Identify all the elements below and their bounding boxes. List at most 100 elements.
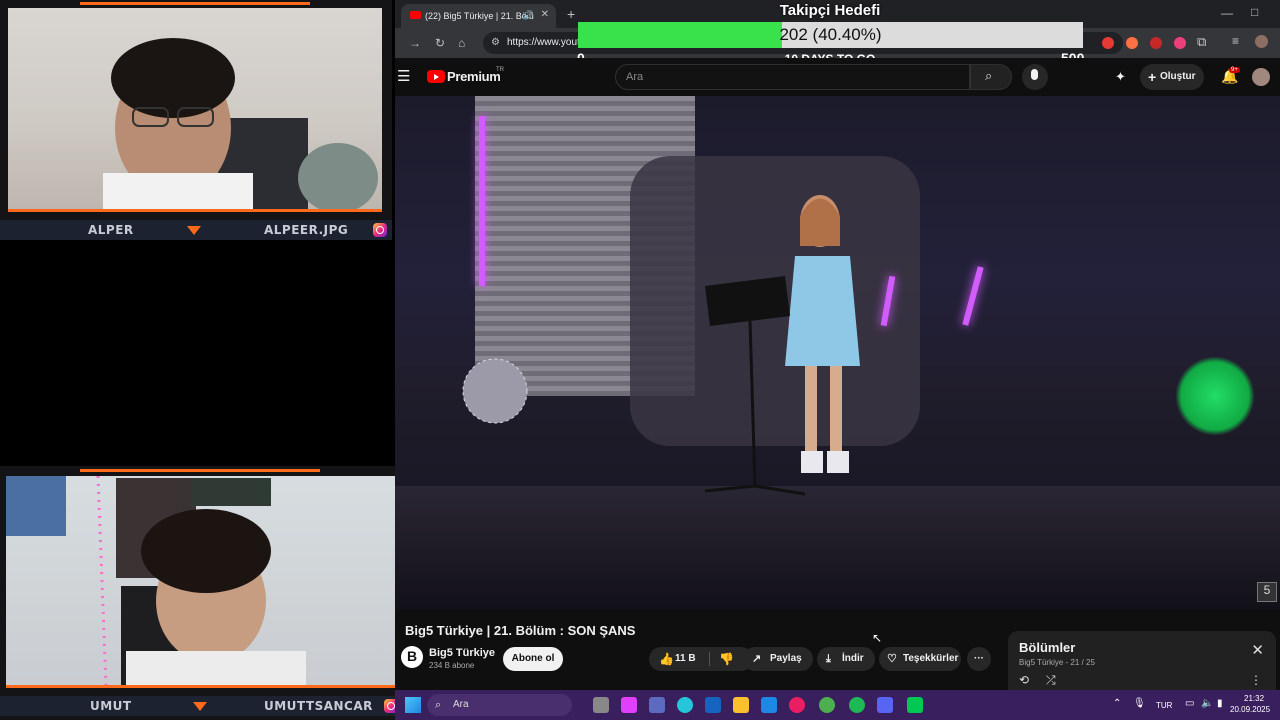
webcam-top: ALPER ALPEER.JPG: [0, 0, 392, 240]
close-icon[interactable]: ✕: [1251, 641, 1264, 659]
ublock-icon[interactable]: [1150, 37, 1162, 49]
disco-ball: [462, 358, 528, 424]
thanks-icon: ♡: [887, 653, 897, 665]
accent-bar: [80, 469, 320, 472]
webcam-bottom-nameplate: UMUT UMUTTSANCAR: [0, 696, 402, 716]
app-icon[interactable]: [761, 697, 777, 713]
task-view-icon[interactable]: [593, 697, 609, 713]
like-icon[interactable]: 👍: [659, 647, 674, 671]
streamer-name: ALPER: [88, 223, 134, 237]
more-vert-icon[interactable]: ⋮: [1250, 673, 1262, 687]
profile-avatar[interactable]: [1255, 35, 1268, 48]
streamer-handle: ALPEER.JPG: [264, 223, 349, 237]
webcam-bottom-video: [6, 475, 396, 691]
menu-list-icon[interactable]: ≡: [1232, 34, 1239, 48]
new-tab-button[interactable]: +: [567, 6, 575, 22]
speaker-icon[interactable]: 🔊: [523, 10, 534, 21]
create-button[interactable]: + Oluştur: [1140, 64, 1204, 90]
accent-bar: [6, 685, 396, 688]
download-button[interactable]: ⤓ İndir: [817, 647, 875, 671]
extension-icon[interactable]: [1102, 37, 1114, 49]
minimize-icon[interactable]: —: [1221, 6, 1233, 20]
windows-start-icon[interactable]: [405, 697, 421, 713]
like-count[interactable]: 11 B: [675, 647, 696, 671]
edge-icon[interactable]: [677, 697, 693, 713]
forward-icon[interactable]: →: [409, 36, 421, 50]
copilot-icon[interactable]: [621, 697, 637, 713]
triangle-icon: [187, 226, 201, 235]
browser-tab[interactable]: (22) Big5 Türkiye | 21. Bölü 🔊 ✕: [401, 4, 556, 28]
gaming-icon[interactable]: ✦: [1115, 69, 1126, 85]
video-title: Big5 Türkiye | 21. Bölüm : SON ŞANS: [405, 623, 636, 638]
accent-bar: [8, 209, 382, 212]
file-explorer-icon[interactable]: [733, 697, 749, 713]
video-player[interactable]: 5: [395, 96, 1280, 610]
dislike-icon[interactable]: 👎: [719, 647, 734, 671]
youtube-favicon-icon: [410, 11, 421, 19]
app-icon[interactable]: [907, 697, 923, 713]
video-info: Big5 Türkiye | 21. Bölüm : SON ŞANS B Bi…: [395, 610, 1005, 690]
extension-icon[interactable]: [1126, 37, 1138, 49]
chapters-subtitle: Big5 Türkiye - 21 / 25: [1019, 658, 1095, 667]
outlook-icon[interactable]: [705, 697, 721, 713]
youtube-premium-text[interactable]: Premium: [447, 69, 501, 84]
chapters-panel: Bölümler Big5 Türkiye - 21 / 25 ✕ ⟲ ⤮ ⋮: [1008, 631, 1276, 690]
instagram-icon: [373, 223, 387, 237]
volume-icon[interactable]: 🔈: [1201, 698, 1213, 709]
webcam-top-nameplate: ALPER ALPEER.JPG: [0, 220, 392, 240]
microphone-icon[interactable]: 🎙: [1133, 698, 1146, 709]
streamer-silhouette: [103, 38, 378, 213]
music-stand: [704, 276, 806, 496]
neon-light: [479, 116, 485, 286]
hamburger-menu-icon[interactable]: ☰: [397, 67, 410, 85]
close-tab-icon[interactable]: ✕: [541, 9, 549, 20]
loop-icon[interactable]: ⟲: [1019, 673, 1029, 687]
neon-light: [962, 266, 984, 326]
channel-avatar[interactable]: B: [401, 646, 423, 668]
subscribe-button[interactable]: Abone ol: [503, 647, 563, 671]
clock-date[interactable]: 20.09.2025: [1230, 705, 1270, 714]
streamer-silhouette: [6, 475, 306, 691]
subscriber-count: 234 B abone: [429, 661, 475, 670]
search-icon: ⌕: [985, 68, 993, 83]
follower-goal-bar: 202 (40.40%): [578, 22, 1083, 48]
windows-taskbar: ⌕ Ara ⌃ 🎙 TUR ▭ 🔈 ▮ 21:32 20.09.2025: [395, 690, 1280, 720]
site-info-icon[interactable]: ⚙: [491, 32, 500, 54]
taskbar-search-input[interactable]: ⌕ Ara: [427, 694, 572, 716]
opera-icon[interactable]: [789, 697, 805, 713]
thanks-button[interactable]: ♡ Teşekkürler: [879, 647, 961, 671]
home-icon[interactable]: ⌂: [458, 36, 465, 50]
channel-logo-icon: B: [407, 648, 418, 664]
discord-icon[interactable]: [877, 697, 893, 713]
webcam-bottom: UMUT UMUTTSANCAR: [0, 466, 402, 720]
spotify-icon[interactable]: [849, 697, 865, 713]
account-avatar[interactable]: [1252, 68, 1270, 86]
voice-search-button[interactable]: [1022, 64, 1048, 90]
youtube-logo-icon[interactable]: [427, 70, 445, 83]
input-language[interactable]: TUR: [1156, 701, 1172, 710]
neon-ring-light: [1175, 356, 1255, 436]
tray-expand-icon[interactable]: ⌃: [1113, 698, 1121, 709]
youtube-search-input[interactable]: Ara: [615, 64, 970, 90]
clock-time[interactable]: 21:32: [1244, 694, 1264, 703]
extensions-puzzle-icon[interactable]: ⧉: [1197, 34, 1206, 50]
streamer-name: UMUT: [90, 699, 132, 713]
search-button[interactable]: ⌕: [970, 64, 1012, 90]
battery-icon[interactable]: ▮: [1217, 698, 1223, 709]
video-scene-stage: [395, 486, 1280, 610]
share-icon: ↗: [752, 653, 762, 665]
youtube-header: ☰ Premium TR Ara ⌕ ✦ + Oluştur 🔔 9+: [395, 58, 1280, 96]
extension-icon[interactable]: [1174, 37, 1186, 49]
network-icon[interactable]: ▭: [1185, 698, 1194, 709]
share-button[interactable]: ↗ Paylaş: [743, 647, 813, 671]
webcam-top-video: [8, 8, 382, 213]
chrome-icon[interactable]: [819, 697, 835, 713]
microphone-icon: [1031, 69, 1038, 80]
reload-icon[interactable]: ↻: [435, 36, 445, 50]
maximize-icon[interactable]: □: [1251, 5, 1258, 19]
more-actions-button[interactable]: ···: [967, 647, 991, 671]
channel-name[interactable]: Big5 Türkiye: [429, 647, 495, 659]
shuffle-icon[interactable]: ⤮: [1046, 673, 1056, 688]
teams-icon[interactable]: [649, 697, 665, 713]
channel-watermark-icon[interactable]: 5: [1257, 582, 1277, 602]
